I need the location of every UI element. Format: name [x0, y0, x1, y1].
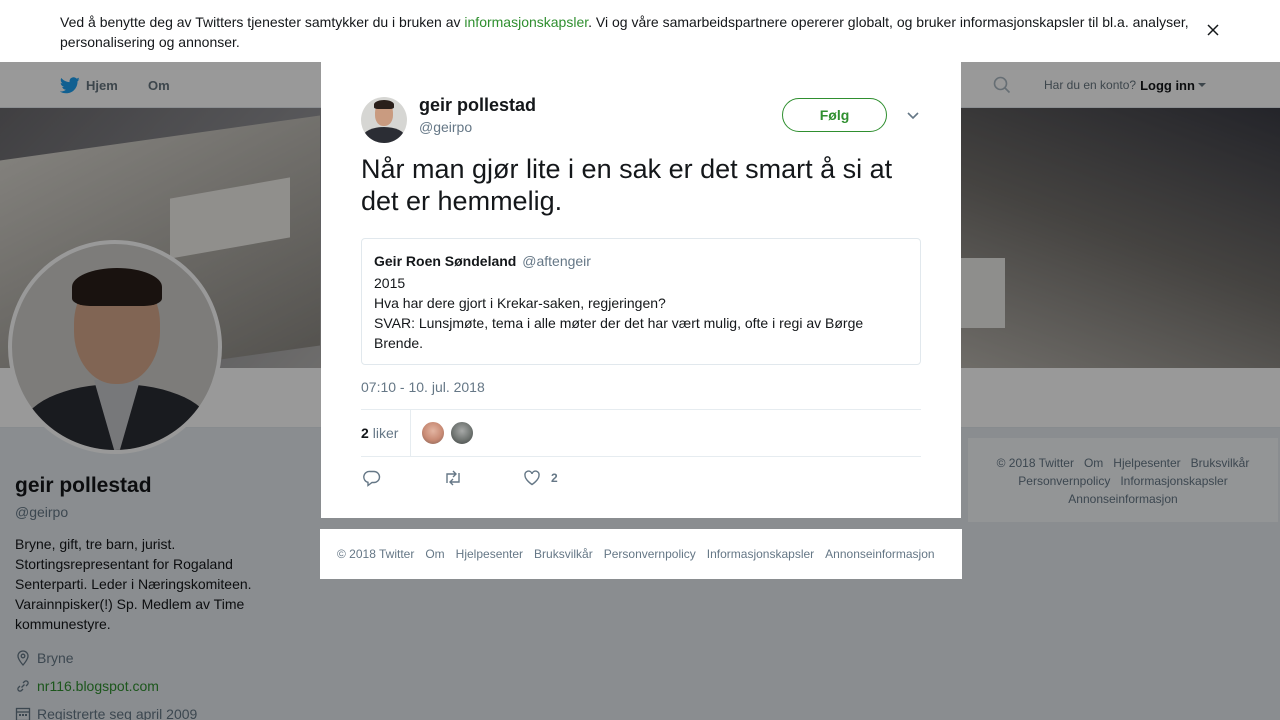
footer-link-ads-info[interactable]: Annonseinformasjon	[825, 547, 934, 561]
footer-link-terms[interactable]: Bruksvilkår	[534, 547, 593, 561]
reply-icon	[363, 470, 381, 487]
tweet-author-handle[interactable]: @geirpo	[419, 119, 472, 135]
modal-footer: © 2018 Twitter Om Hjelpesenter Bruksvilk…	[320, 529, 962, 579]
chevron-down-icon[interactable]	[906, 109, 920, 123]
retweet-icon	[446, 470, 460, 486]
tweet-text: Når man gjør lite i en sak er det smart …	[361, 154, 893, 216]
footer-copyright: © 2018 Twitter	[337, 547, 415, 561]
cookie-banner: Ved å benytte deg av Twitters tjenester …	[0, 0, 1280, 62]
quoted-tweet-header: Geir Roen Søndeland @aftengeir	[374, 252, 908, 270]
quoted-tweet-author-handle: @aftengeir	[522, 253, 591, 269]
reply-button[interactable]	[363, 467, 381, 489]
footer-link-help[interactable]: Hjelpesenter	[456, 547, 523, 561]
likes-count-label: liker	[372, 425, 399, 441]
tweet-stats: 2 liker	[361, 409, 921, 457]
tweet-author-avatar[interactable]	[361, 97, 407, 143]
tweet-actions: 2	[361, 467, 661, 489]
like-button[interactable]: 2	[523, 467, 558, 489]
likes-count[interactable]: 2 liker	[361, 410, 412, 456]
modal-close-icon[interactable]	[1234, 13, 1258, 37]
tweet-timestamp[interactable]: 07:10 - 10. jul. 2018	[361, 379, 485, 395]
like-action-count: 2	[551, 471, 558, 485]
quoted-tweet-line: Hva har dere gjort i Krekar-saken, regje…	[374, 295, 666, 311]
footer-link-about[interactable]: Om	[425, 547, 444, 561]
liker-avatar[interactable]	[421, 421, 445, 445]
liker-avatar[interactable]	[450, 421, 474, 445]
heart-icon	[524, 470, 540, 486]
retweet-button[interactable]	[443, 467, 463, 489]
likes-count-number: 2	[361, 425, 369, 441]
cookie-link[interactable]: informasjonskapsler	[464, 14, 588, 30]
tweet-modal: geir pollestad @geirpo Følg Når man gjør…	[321, 61, 961, 518]
cookie-banner-text: Ved å benytte deg av Twitters tjenester …	[60, 12, 1200, 52]
close-icon[interactable]	[1205, 22, 1221, 38]
cookie-text-before: Ved å benytte deg av Twitters tjenester …	[60, 14, 465, 30]
quoted-tweet-author-name: Geir Roen Søndeland	[374, 253, 517, 269]
footer-link-cookies[interactable]: Informasjonskapsler	[707, 547, 814, 561]
footer-link-privacy[interactable]: Personvernpolicy	[604, 547, 696, 561]
quoted-tweet[interactable]: Geir Roen Søndeland @aftengeir 2015 Hva …	[361, 238, 921, 365]
quoted-tweet-line: SVAR: Lunsjmøte, tema i alle møter der d…	[374, 315, 864, 351]
tweet-author-name[interactable]: geir pollestad	[419, 95, 536, 116]
quoted-tweet-line: 2015	[374, 275, 406, 291]
follow-button[interactable]: Følg	[782, 98, 887, 132]
